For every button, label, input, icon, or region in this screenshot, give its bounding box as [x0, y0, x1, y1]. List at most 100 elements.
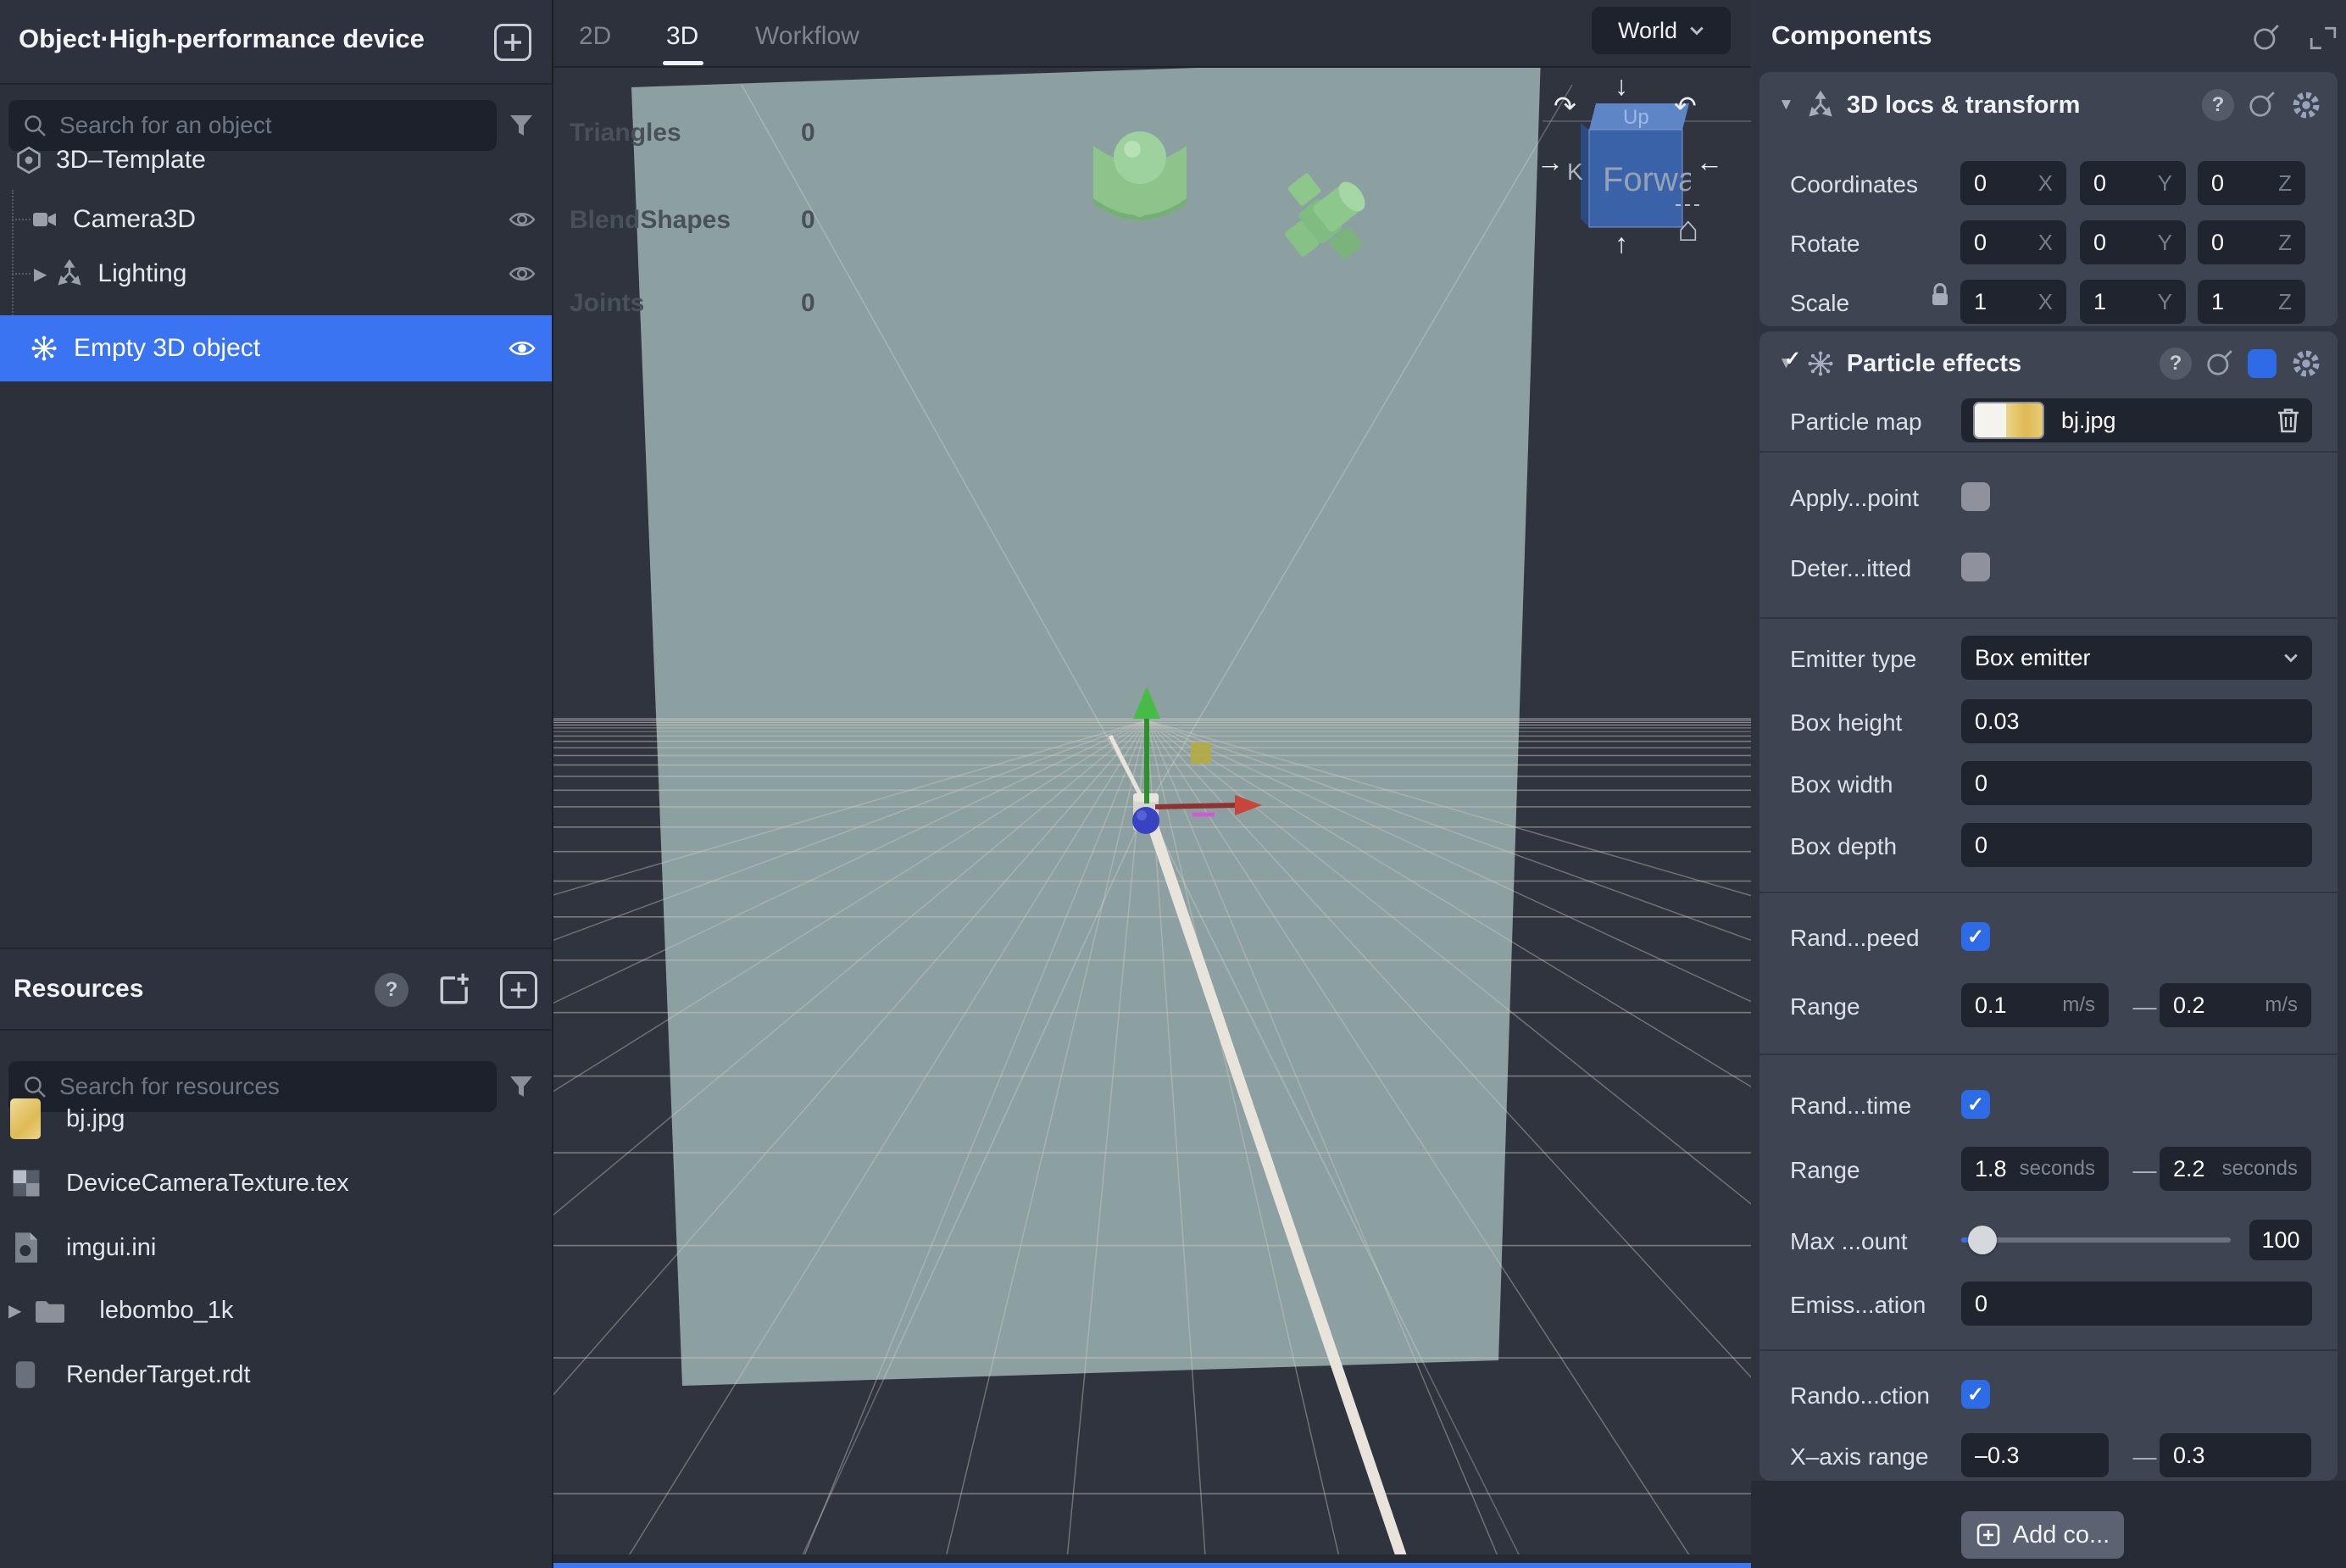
resource-item-bj-jpg[interactable]: bj.jpg: [0, 1092, 552, 1146]
resource-item-imgui-ini[interactable]: imgui.ini: [0, 1220, 552, 1275]
emitter-type-dropdown[interactable]: Box emitter: [1961, 636, 2312, 680]
nav-arrow-up-icon[interactable]: ↑: [1615, 228, 1628, 259]
help-icon[interactable]: ?: [2160, 348, 2192, 380]
reset-section-icon[interactable]: [2205, 349, 2234, 378]
resource-label: RenderTarget.rdt: [66, 1361, 251, 1389]
panel-bottom-strip: Add co...: [1751, 1481, 2346, 1568]
time-range-max-field[interactable]: 2.2seconds: [2160, 1147, 2311, 1191]
scene-3d-view[interactable]: Triangles 0 BlendShapes 0 Joints 0: [553, 68, 1751, 1568]
panel-layout-icon[interactable]: [2309, 24, 2338, 53]
reset-section-icon[interactable]: [2248, 91, 2277, 120]
scale-y-field[interactable]: 1Y: [2080, 280, 2186, 324]
coordinates-y-field[interactable]: 0Y: [2080, 161, 2186, 205]
rotate-y-field[interactable]: 0Y: [2080, 220, 2186, 264]
nav-arrow-down-icon[interactable]: ↓: [1615, 70, 1628, 101]
visibility-eye-icon[interactable]: [508, 263, 536, 285]
particle-map-thumbnail[interactable]: [1973, 402, 2044, 439]
component-enabled-checkbox[interactable]: [2248, 349, 2277, 378]
particle-map-label: Particle map: [1790, 409, 1922, 436]
scale-x-field[interactable]: 1X: [1960, 280, 2066, 324]
particle-map-field[interactable]: bj.jpg: [1961, 398, 2312, 442]
range-dash: —: [2130, 993, 2160, 1020]
trash-icon[interactable]: [2277, 407, 2300, 434]
random-time-checkbox[interactable]: [1961, 1090, 1990, 1119]
max-count-value[interactable]: 100: [2249, 1220, 2312, 1260]
max-count-row: Max ...ount 100: [1760, 1218, 2338, 1262]
viewport-focus-bar: [553, 1563, 1751, 1568]
texture-icon: [10, 1167, 42, 1199]
gizmo-z-axis[interactable]: [1132, 807, 1159, 834]
random-direction-checkbox[interactable]: [1961, 1380, 1990, 1409]
emission-field[interactable]: 0: [1961, 1282, 2312, 1326]
home-view-icon[interactable]: ⌂: [1677, 209, 1698, 248]
random-speed-checkbox[interactable]: [1961, 922, 1990, 951]
rotate-z-field[interactable]: 0Z: [2198, 220, 2305, 264]
speed-range-max-field[interactable]: 0.2m/s: [2160, 983, 2311, 1027]
nav-arrow-right-icon[interactable]: →: [1537, 147, 1564, 177]
xaxis-range-min-field[interactable]: –0.3: [1961, 1433, 2109, 1477]
section-divider: [1760, 1054, 2338, 1055]
add-resource-button[interactable]: [500, 971, 537, 1009]
speed-range-min-field[interactable]: 0.1m/s: [1961, 983, 2109, 1027]
resources-header: Resources ?: [0, 949, 552, 1031]
tree-item-3d-template[interactable]: 3D–Template: [0, 136, 552, 185]
help-icon[interactable]: ?: [2202, 89, 2234, 121]
add-object-button[interactable]: [494, 24, 531, 61]
max-count-slider-handle[interactable]: [1968, 1226, 1997, 1254]
particle-map-filename: bj.jpg: [2061, 408, 2116, 434]
visibility-eye-icon[interactable]: [508, 337, 536, 359]
tree-item-label: Lighting: [97, 259, 186, 288]
tree-item-lighting[interactable]: ▶ Lighting: [0, 247, 552, 300]
gizmo-plane-handle[interactable]: [1191, 742, 1211, 764]
tab-2d[interactable]: 2D: [579, 22, 611, 51]
coordinates-label: Coordinates: [1790, 171, 1918, 198]
resource-item-rendertarget[interactable]: RenderTarget.rdt: [0, 1348, 552, 1402]
tree-item-camera3d[interactable]: Camera3D: [0, 193, 552, 246]
nav-rotate-ccw-icon[interactable]: ↶: [1674, 91, 1697, 121]
box-height-field[interactable]: 0.03: [1961, 699, 2312, 743]
coordinates-z-field[interactable]: 0Z: [2198, 161, 2305, 205]
reset-components-icon[interactable]: [2252, 24, 2281, 53]
filter-icon[interactable]: [509, 114, 534, 137]
coordinates-x-field[interactable]: 0X: [1960, 161, 2066, 205]
box-depth-field[interactable]: 0: [1961, 823, 2312, 867]
world-space-selector[interactable]: World: [1592, 7, 1731, 54]
tree-item-empty-3d-object[interactable]: Empty 3D object: [0, 315, 552, 381]
tab-3d[interactable]: 3D: [666, 22, 698, 51]
emitter-plane: [631, 68, 1541, 1386]
help-icon[interactable]: ?: [375, 973, 409, 1007]
plus-icon: [509, 980, 529, 1000]
rotate-x-field[interactable]: 0X: [1960, 220, 2066, 264]
deter-itted-checkbox[interactable]: [1961, 553, 1990, 581]
apply-point-checkbox[interactable]: [1961, 482, 1990, 511]
scale-z-field[interactable]: 1Z: [2198, 280, 2305, 324]
collapse-triangle-icon[interactable]: ▼: [1778, 96, 1794, 114]
box-width-field[interactable]: 0: [1961, 761, 2312, 805]
random-direction-label: Rando...ction: [1790, 1382, 1930, 1410]
max-count-slider[interactable]: [1961, 1237, 2231, 1243]
gear-icon[interactable]: [2290, 89, 2322, 121]
tab-workflow[interactable]: Workflow: [755, 22, 859, 51]
resource-item-devicecameratexture[interactable]: DeviceCameraTexture.tex: [0, 1156, 552, 1210]
expand-caret-icon[interactable]: ▶: [34, 264, 47, 285]
import-resource-icon[interactable]: [437, 971, 473, 1007]
xaxis-range-max-field[interactable]: 0.3: [2160, 1433, 2311, 1477]
scale-label: Scale: [1790, 290, 1849, 317]
visibility-eye-icon[interactable]: [508, 209, 536, 231]
add-component-button[interactable]: Add co...: [1961, 1511, 2124, 1559]
object-panel: Object·High-performance device 3D–Templa…: [0, 0, 553, 1568]
particle-section-title: Particle effects: [1847, 350, 2021, 378]
expand-caret-icon[interactable]: ▶: [8, 1300, 21, 1321]
gizmo-x-axis[interactable]: [1155, 805, 1237, 807]
emission-label: Emiss...ation: [1790, 1292, 1926, 1319]
active-tab-underline: [663, 61, 703, 65]
resource-item-lebombo-1k[interactable]: ▶ lebombo_1k: [0, 1283, 552, 1337]
stat-value: 0: [801, 206, 815, 234]
lock-icon[interactable]: [1928, 282, 1952, 309]
nav-rotate-cw-icon[interactable]: ↷: [1554, 91, 1576, 121]
time-range-min-field[interactable]: 1.8seconds: [1961, 1147, 2109, 1191]
gear-icon[interactable]: [2290, 348, 2322, 380]
hexagon-scene-icon: [14, 145, 44, 175]
folder-icon: [33, 1296, 67, 1325]
nav-arrow-left-icon[interactable]: ←: [1696, 147, 1723, 177]
